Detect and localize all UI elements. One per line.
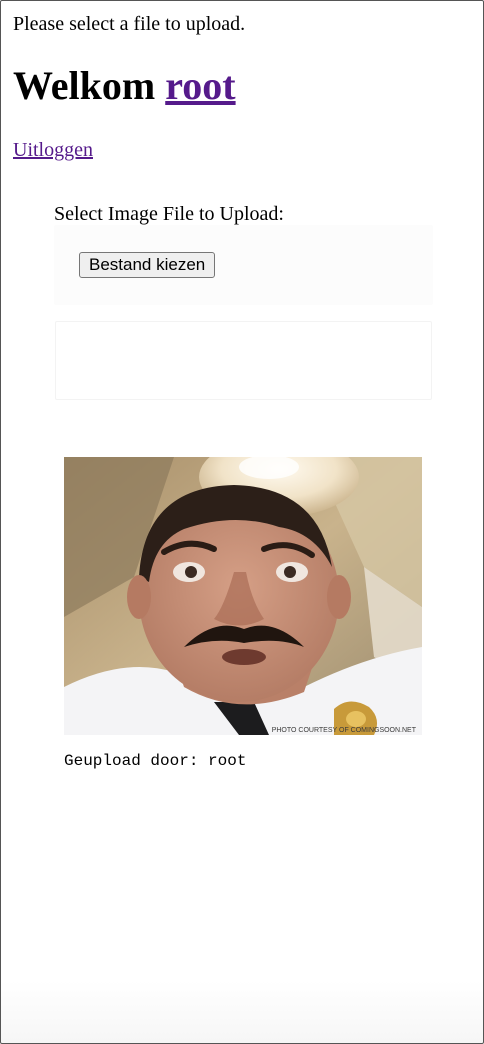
choose-file-button[interactable]: Bestand kiezen xyxy=(79,252,216,278)
uploaded-image-graphic: PHOTO COURTESY OF COMINGSOON.NET xyxy=(64,457,422,735)
status-message: Please select a file to upload. xyxy=(13,13,246,35)
logout-link[interactable]: Uitloggen xyxy=(13,138,93,162)
upload-form: Bestand kiezen xyxy=(54,225,433,305)
page-title: Welkom root xyxy=(13,63,236,109)
welcome-text: Welkom xyxy=(13,63,156,108)
uploaded-by-caption: Geupload door: root xyxy=(64,752,247,770)
upload-result-box xyxy=(55,321,432,400)
upload-label: Select Image File to Upload: xyxy=(54,203,284,225)
page-frame: Please select a file to upload. Welkom r… xyxy=(0,0,484,1044)
image-watermark: PHOTO COURTESY OF COMINGSOON.NET xyxy=(272,727,417,734)
username-link[interactable]: root xyxy=(165,63,235,108)
uploaded-image: PHOTO COURTESY OF COMINGSOON.NET xyxy=(64,457,422,735)
